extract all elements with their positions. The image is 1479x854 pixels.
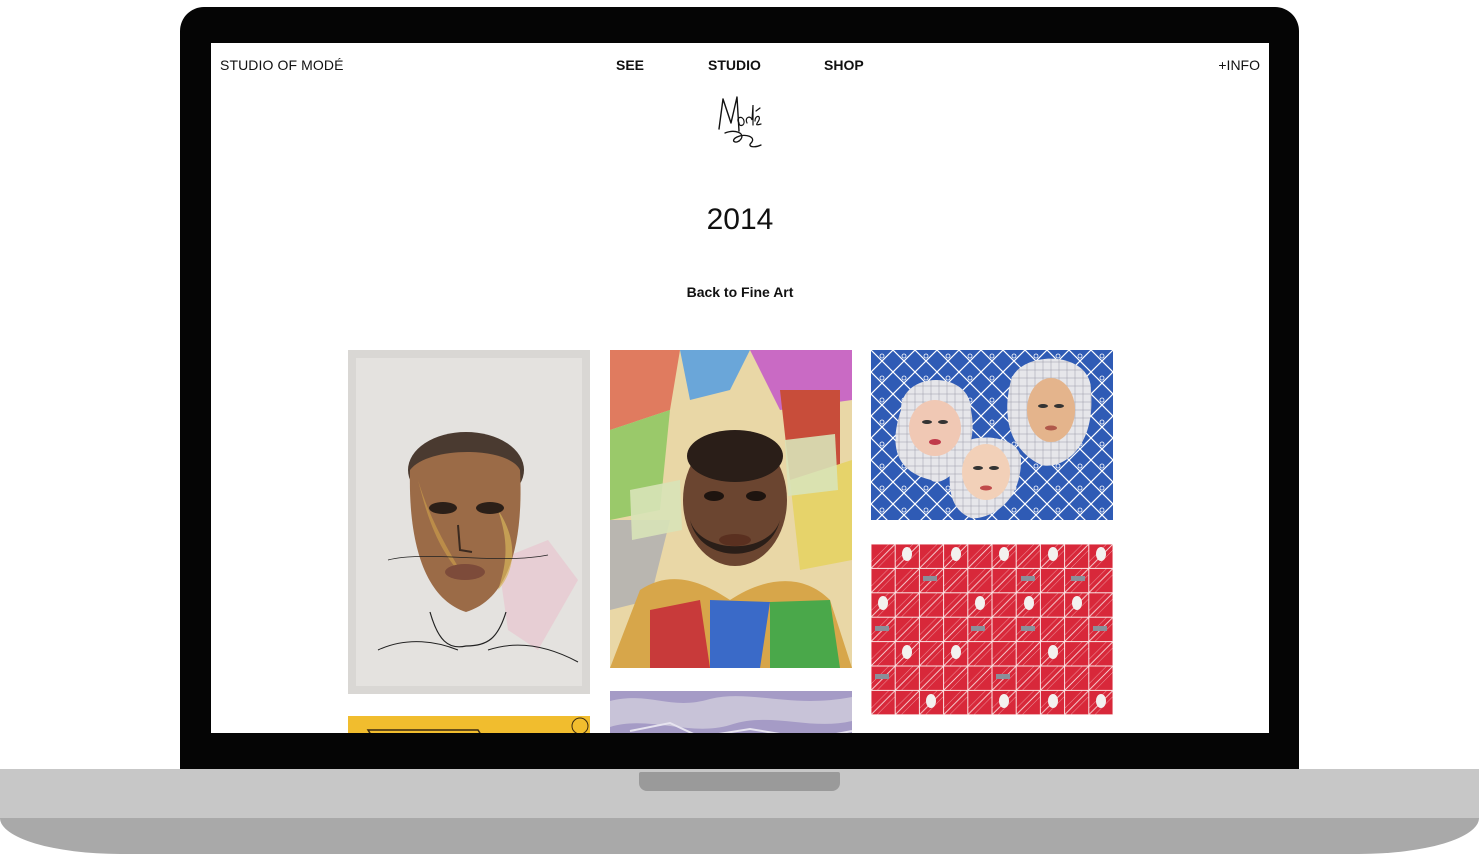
red-pattern-artwork[interactable] (871, 544, 1113, 715)
nav-shop-link[interactable]: SHOP (824, 57, 864, 73)
laptop-notch (639, 772, 840, 791)
signature-logo[interactable] (711, 93, 771, 153)
purple-artwork[interactable] (610, 691, 852, 733)
nav-studio-link[interactable]: STUDIO (708, 57, 761, 73)
nav-info-link[interactable]: +INFO (1218, 57, 1260, 73)
portrait-man-artwork[interactable] (610, 350, 852, 668)
back-link-row: Back to Fine Art (211, 284, 1269, 300)
yellow-artwork[interactable] (348, 716, 590, 733)
portrait-woman-artwork[interactable] (348, 350, 590, 694)
site-brand-link[interactable]: STUDIO OF MODÉ (220, 57, 344, 73)
nav-see-link[interactable]: SEE (616, 57, 644, 73)
back-to-fine-art-link[interactable]: Back to Fine Art (687, 284, 794, 300)
website-screen: STUDIO OF MODÉ SEE STUDIO SHOP +INFO 201… (211, 43, 1269, 733)
laptop-base-bottom (0, 818, 1479, 854)
page-title: 2014 (706, 203, 774, 236)
three-faces-pattern-artwork[interactable] (871, 350, 1113, 520)
